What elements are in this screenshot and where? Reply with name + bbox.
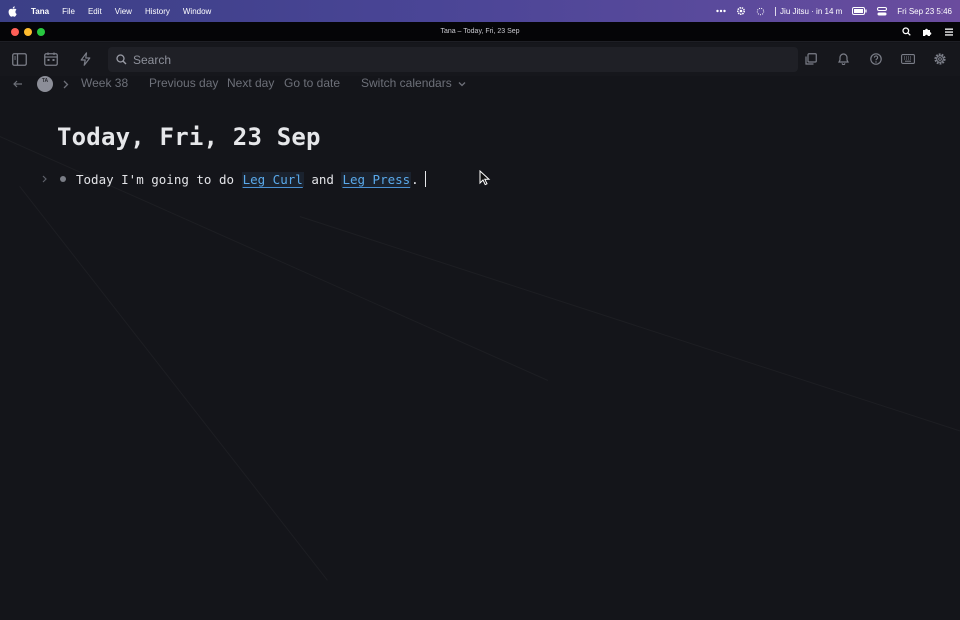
node-bullet[interactable] <box>60 176 66 182</box>
chevron-right-icon <box>63 78 71 90</box>
page-content: Today, Fri, 23 Sep Today I'm going to do… <box>0 96 960 620</box>
menu-history[interactable]: History <box>145 7 170 16</box>
calendar-event[interactable]: Jiu Jitsu · in 14 m <box>780 7 842 16</box>
calendar-icon <box>44 52 58 66</box>
app-toolbar <box>0 43 960 76</box>
menu-edit[interactable]: Edit <box>88 7 102 16</box>
bell-icon <box>837 53 849 65</box>
event-separator <box>775 6 777 16</box>
node-text-editor[interactable]: Today I'm going to do Leg Curl and Leg P… <box>76 171 427 187</box>
switch-calendars-dropdown[interactable]: Switch calendars <box>361 76 466 90</box>
breadcrumb-week[interactable]: Week 38 <box>81 76 128 90</box>
background-streak <box>19 186 328 581</box>
menu-icon[interactable] <box>945 28 953 36</box>
close-window-button[interactable] <box>11 28 19 36</box>
help-icon <box>870 53 882 65</box>
search-bar[interactable] <box>108 47 798 72</box>
sidebar-icon <box>11 52 27 66</box>
minimize-window-button[interactable] <box>24 28 32 36</box>
window-controls <box>11 28 45 36</box>
menu-view[interactable]: View <box>115 7 132 16</box>
node-text-segment: and <box>303 171 342 187</box>
lightning-icon <box>80 52 90 66</box>
search-input[interactable] <box>133 52 733 67</box>
back-button[interactable] <box>11 77 25 91</box>
apple-icon[interactable] <box>8 5 18 17</box>
spinner-icon[interactable] <box>756 7 765 16</box>
go-to-date-button[interactable]: Go to date <box>284 76 340 90</box>
settings-icon <box>934 53 946 65</box>
reference-leg-curl[interactable]: Leg Curl <box>241 171 304 187</box>
arrow-left-icon <box>13 80 22 88</box>
menubar-datetime[interactable]: Fri Sep 23 5:46 <box>897 7 952 16</box>
previous-day-button[interactable]: Previous day <box>149 76 218 90</box>
switch-calendars-label: Switch calendars <box>361 76 452 90</box>
gear-icon[interactable] <box>736 6 746 16</box>
control-center-icon[interactable] <box>877 6 888 16</box>
help-button[interactable] <box>866 49 886 69</box>
next-day-button[interactable]: Next day <box>227 76 274 90</box>
quick-add-button[interactable] <box>75 49 95 69</box>
node-text-segment: . <box>411 171 419 187</box>
keyboard-icon <box>901 54 915 64</box>
keyboard-shortcuts-button[interactable] <box>898 49 918 69</box>
expand-node-button[interactable] <box>40 173 50 185</box>
mouse-pointer-icon <box>479 170 491 186</box>
node-text-segment: Today I'm going to do <box>76 171 242 187</box>
notifications-button[interactable] <box>833 49 853 69</box>
search-icon <box>116 54 127 65</box>
sidebar-toggle-button[interactable] <box>9 49 29 69</box>
copy-button[interactable] <box>801 49 821 69</box>
dots-icon[interactable] <box>716 9 726 13</box>
chevron-right-icon <box>42 175 47 183</box>
copy-icon <box>805 53 817 65</box>
settings-button[interactable] <box>930 49 950 69</box>
macos-menu-bar: Tana File Edit View History Window Jiu J… <box>0 0 960 22</box>
chevron-down-icon <box>458 81 466 87</box>
maximize-window-button[interactable] <box>37 28 45 36</box>
menu-file[interactable]: File <box>62 7 75 16</box>
extension-icon[interactable] <box>922 27 932 37</box>
reference-leg-press[interactable]: Leg Press <box>341 171 412 187</box>
menu-window[interactable]: Window <box>183 7 211 16</box>
window-title-bar: Tana – Today, Fri, 23 Sep <box>0 22 960 42</box>
outline-node[interactable]: Today I'm going to do Leg Curl and Leg P… <box>40 169 427 189</box>
background-streak <box>299 216 960 434</box>
search-icon[interactable] <box>902 27 911 36</box>
menu-app-name[interactable]: Tana <box>31 7 49 16</box>
avatar[interactable]: TA <box>37 76 53 92</box>
text-caret <box>424 171 427 187</box>
battery-icon[interactable] <box>852 7 867 15</box>
window-title: Tana – Today, Fri, 23 Sep <box>440 28 520 35</box>
date-navigation: TA Week 38 Previous day Next day Go to d… <box>0 74 960 94</box>
calendar-button[interactable] <box>41 49 61 69</box>
page-title[interactable]: Today, Fri, 23 Sep <box>57 123 321 151</box>
